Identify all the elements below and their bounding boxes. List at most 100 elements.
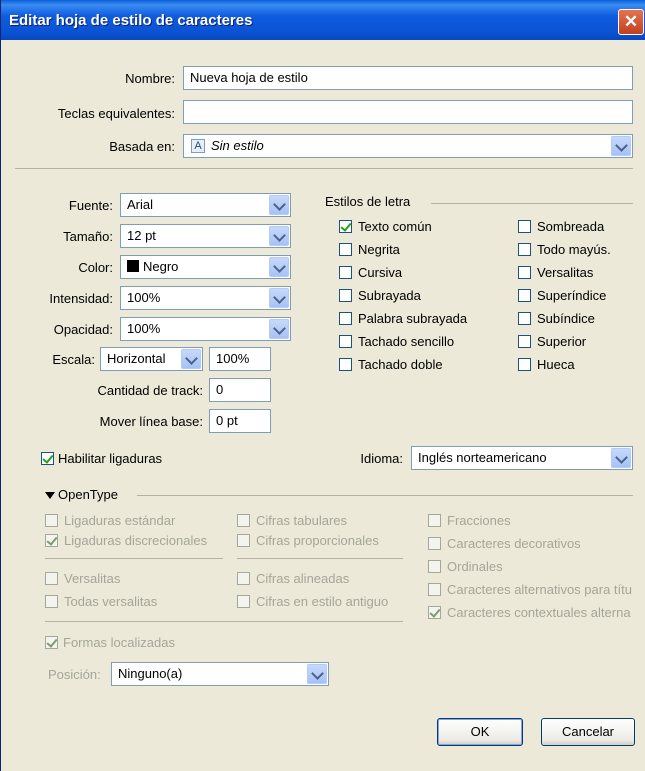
subrayada-checkbox[interactable] xyxy=(339,289,352,302)
ordinales-label: Ordinales xyxy=(447,559,503,574)
type-styles-divider xyxy=(431,203,633,204)
chevron-down-icon[interactable] xyxy=(611,136,631,156)
tachado-sencillo-checkbox[interactable] xyxy=(339,335,352,348)
size-value: 12 pt xyxy=(127,228,156,243)
scale-label: Escala: xyxy=(52,352,95,367)
cifras-en-estilo-antiguo-checkbox[interactable] xyxy=(237,595,250,608)
opacity-value: 100% xyxy=(127,321,161,336)
superior-checkbox[interactable] xyxy=(518,335,531,348)
color-swatch xyxy=(127,260,139,272)
position-label: Posición: xyxy=(48,667,101,682)
cursiva-label: Cursiva xyxy=(358,265,403,280)
opentype-col2-divider xyxy=(237,558,403,559)
cifras-tabulares-checkbox[interactable] xyxy=(237,514,250,527)
negrita-label: Negrita xyxy=(358,242,400,257)
palabra-subrayada-label: Palabra subrayada xyxy=(358,311,468,326)
language-select[interactable]: Inglés norteamericano xyxy=(411,446,633,470)
language-value: Inglés norteamericano xyxy=(418,450,547,465)
color-select[interactable]: Negro xyxy=(120,255,291,279)
todo-mayus-checkbox[interactable] xyxy=(518,243,531,256)
opacity-label: Opacidad: xyxy=(53,322,113,337)
versalitas-label: Versalitas xyxy=(537,265,594,280)
cursiva-checkbox[interactable] xyxy=(339,266,352,279)
texto-comun-checkbox[interactable] xyxy=(339,220,352,233)
opentype-lower-divider xyxy=(45,621,403,622)
color-value-wrap: Negro xyxy=(127,259,178,274)
chevron-down-icon[interactable] xyxy=(181,349,201,369)
cifras-tabulares-label: Cifras tabulares xyxy=(256,513,348,528)
chevron-down-icon[interactable] xyxy=(269,195,289,215)
fracciones-checkbox[interactable] xyxy=(428,514,441,527)
chevron-down-icon[interactable] xyxy=(269,288,289,308)
opentype-divider xyxy=(137,495,633,496)
hueca-checkbox[interactable] xyxy=(518,358,531,371)
scale-direction-select[interactable]: Horizontal xyxy=(100,347,203,371)
caracteres-alternativos-para-titu-checkbox[interactable] xyxy=(428,583,441,596)
baseline-input[interactable]: 0 pt xyxy=(209,409,271,433)
chevron-down-icon[interactable] xyxy=(307,664,327,684)
ligaduras-estandar-label: Ligaduras estándar xyxy=(64,513,176,528)
close-button[interactable]: ✕ xyxy=(618,9,644,35)
dialog-title: Editar hoja de estilo de caracteres xyxy=(9,12,253,29)
subindice-label: Subíndice xyxy=(537,311,595,326)
cifras-en-estilo-antiguo-label: Cifras en estilo antiguo xyxy=(256,594,389,609)
sombreada-label: Sombreada xyxy=(537,219,605,234)
opentype-heading[interactable]: OpenType xyxy=(58,487,118,502)
localized-forms-label: Formas localizadas xyxy=(63,635,175,650)
ligatures-checkbox[interactable] xyxy=(41,452,54,465)
chevron-down-icon[interactable] xyxy=(269,319,289,339)
position-value: Ninguno(a) xyxy=(118,666,183,681)
size-select[interactable]: 12 pt xyxy=(120,224,291,248)
caracteres-contextuales-alterna-label: Caracteres contextuales alterna xyxy=(447,605,631,620)
todas-versalitas-label: Todas versalitas xyxy=(64,594,158,609)
intensity-value: 100% xyxy=(127,290,161,305)
ok-button[interactable]: OK xyxy=(437,718,523,746)
ligaduras-discrecionales-checkbox[interactable] xyxy=(45,534,58,547)
caracteres-alternativos-para-titu-label: Caracteres alternativos para títu xyxy=(447,582,632,597)
versalitas-checkbox[interactable] xyxy=(45,572,58,585)
cancel-button[interactable]: Cancelar xyxy=(541,718,635,746)
intensity-select[interactable]: 100% xyxy=(120,286,291,310)
section-divider xyxy=(15,168,633,169)
localized-forms-checkbox[interactable] xyxy=(45,636,58,649)
character-style-icon: A xyxy=(191,139,205,153)
chevron-down-icon[interactable] xyxy=(269,226,289,246)
caracteres-contextuales-alterna-checkbox[interactable] xyxy=(428,606,441,619)
opacity-select[interactable]: 100% xyxy=(120,317,291,341)
name-label: Nombre: xyxy=(125,71,175,86)
tracking-input[interactable]: 0 xyxy=(209,378,271,402)
scale-input[interactable]: 100% xyxy=(209,347,271,371)
intensity-label: Intensidad: xyxy=(49,291,113,306)
ligaduras-estandar-checkbox[interactable] xyxy=(45,514,58,527)
color-value: Negro xyxy=(143,259,179,274)
cifras-alineadas-checkbox[interactable] xyxy=(237,572,250,585)
position-select[interactable]: Ninguno(a) xyxy=(111,662,329,686)
todo-mayus-label: Todo mayús. xyxy=(537,242,611,257)
shortcut-input[interactable] xyxy=(183,100,633,124)
negrita-checkbox[interactable] xyxy=(339,243,352,256)
todas-versalitas-checkbox[interactable] xyxy=(45,595,58,608)
cifras-proporcionales-checkbox[interactable] xyxy=(237,534,250,547)
caracteres-decorativos-checkbox[interactable] xyxy=(428,537,441,550)
superindice-checkbox[interactable] xyxy=(518,289,531,302)
palabra-subrayada-checkbox[interactable] xyxy=(339,312,352,325)
sombreada-checkbox[interactable] xyxy=(518,220,531,233)
triangle-down-icon[interactable] xyxy=(45,492,55,499)
ligatures-label: Habilitar ligaduras xyxy=(58,451,163,466)
versalitas-checkbox[interactable] xyxy=(518,266,531,279)
subindice-checkbox[interactable] xyxy=(518,312,531,325)
chevron-down-icon[interactable] xyxy=(269,257,289,277)
name-input[interactable]: Nueva hoja de estilo xyxy=(183,66,633,90)
based-on-select[interactable]: A Sin estilo xyxy=(183,134,633,158)
ordinales-checkbox[interactable] xyxy=(428,560,441,573)
based-on-label: Basada en: xyxy=(109,139,175,154)
font-value: Arial xyxy=(127,197,154,212)
superindice-label: Superíndice xyxy=(537,288,607,303)
font-select[interactable]: Arial xyxy=(120,193,291,217)
size-label: Tamaño: xyxy=(63,229,113,244)
chevron-down-icon[interactable] xyxy=(611,448,631,468)
fracciones-label: Fracciones xyxy=(447,513,511,528)
subrayada-label: Subrayada xyxy=(358,288,421,303)
tachado-doble-checkbox[interactable] xyxy=(339,358,352,371)
title-bar[interactable]: Editar hoja de estilo de caracteres ✕ xyxy=(1,0,645,40)
